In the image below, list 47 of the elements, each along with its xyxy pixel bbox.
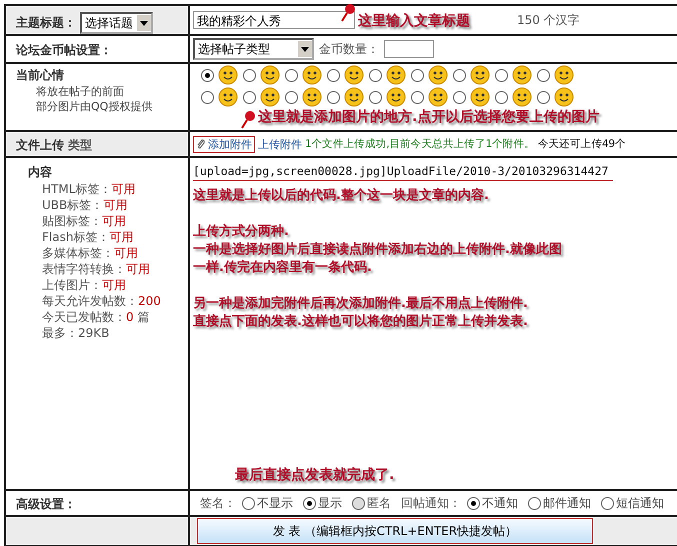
option-label: 匿名 [367,494,391,512]
rule-text: 上传图片：可用 [41,277,127,293]
topic-select[interactable]: 选择话题 [80,12,153,34]
rule-text: 每天允许发帖数：200 [41,293,162,309]
option-label: 邮件通知 [543,494,591,512]
rule-text: UBB标签：可用 [41,197,128,213]
annotation-text: 一种是选择好图片后直接读点附件添加右边的上传附件.就像此图 [193,241,562,259]
upload-code: [upload=jpg,screen00028.jpg]UploadFile/2010-3/20103296314427 [193,164,613,181]
annotation-text: 这里就是上传以后的代码.整个这一块是文章的内容. [193,187,490,205]
annotation-text: 最后直接点发表就完成了. [235,466,394,484]
option-label: 不通知 [482,494,518,512]
upload-attachment-link[interactable]: 上传附件 [258,136,302,152]
submit-button[interactable]: 发 表 （编辑框内按CTRL+ENTER快捷发帖） [197,518,593,544]
add-attachment-link[interactable]: 添加附件 [193,136,255,152]
upload-quota: 今天还可上传49个 [538,137,626,151]
field-label: 类型 [68,138,92,152]
option-label: 短信通知 [616,494,664,512]
field-label: 高级设置： [16,497,76,511]
rule-text: Flash标签：可用 [41,229,134,245]
field-label: 回帖通知： [401,494,461,512]
rule-text: 多媒体标签：可用 [41,245,139,261]
hint-text: 部分图片由QQ授权提供 [35,99,154,114]
annotation-text: 这里输入文章标题 [358,12,470,30]
title-input[interactable]: 我的精彩个人秀 [193,11,355,29]
option-label: 显示 [318,494,342,512]
field-label: 当前心情 [16,68,64,82]
annotation-text: 这里就是添加图片的地方.点开以后选择您要上传的图片 [258,108,600,126]
field-label: 主题标题： [16,16,76,30]
rule-text: 表情字符转换：可用 [41,261,151,277]
field-label: 内容 [27,165,52,179]
limit-note: 150 个汉字 [517,12,580,28]
annotation-text: 直接点下面的发表.这样也可以将您的图片正常上传并发表. [193,313,529,331]
field-label: 金币数量： [319,40,379,58]
annotation-text: 上传方式分两种. [193,223,290,241]
post-type-select[interactable]: 选择帖子类型 [193,38,314,60]
upload-status: 1个文件上传成功,目前今天总共上传了1个附件。 [305,137,535,151]
rule-text: 今天已发帖数：0 篇 [41,309,150,325]
option-label: 不显示 [257,494,293,512]
hint-text: 将放在帖子的前面 [35,84,125,99]
rule-text: 贴图标签：可用 [41,213,127,229]
annotation-text: 另一种是添加完附件后再次添加附件.最后不用点上传附件. [193,295,529,313]
field-label: 签名： [200,494,236,512]
annotation-text: 一样.传完在内容里有一条代码. [193,259,373,277]
rule-text: HTML标签：可用 [41,181,136,197]
rule-text: 最多：29KB [41,325,110,341]
field-label: 论坛金币帖设置： [16,43,112,57]
field-label: 文件上传 [16,138,64,152]
